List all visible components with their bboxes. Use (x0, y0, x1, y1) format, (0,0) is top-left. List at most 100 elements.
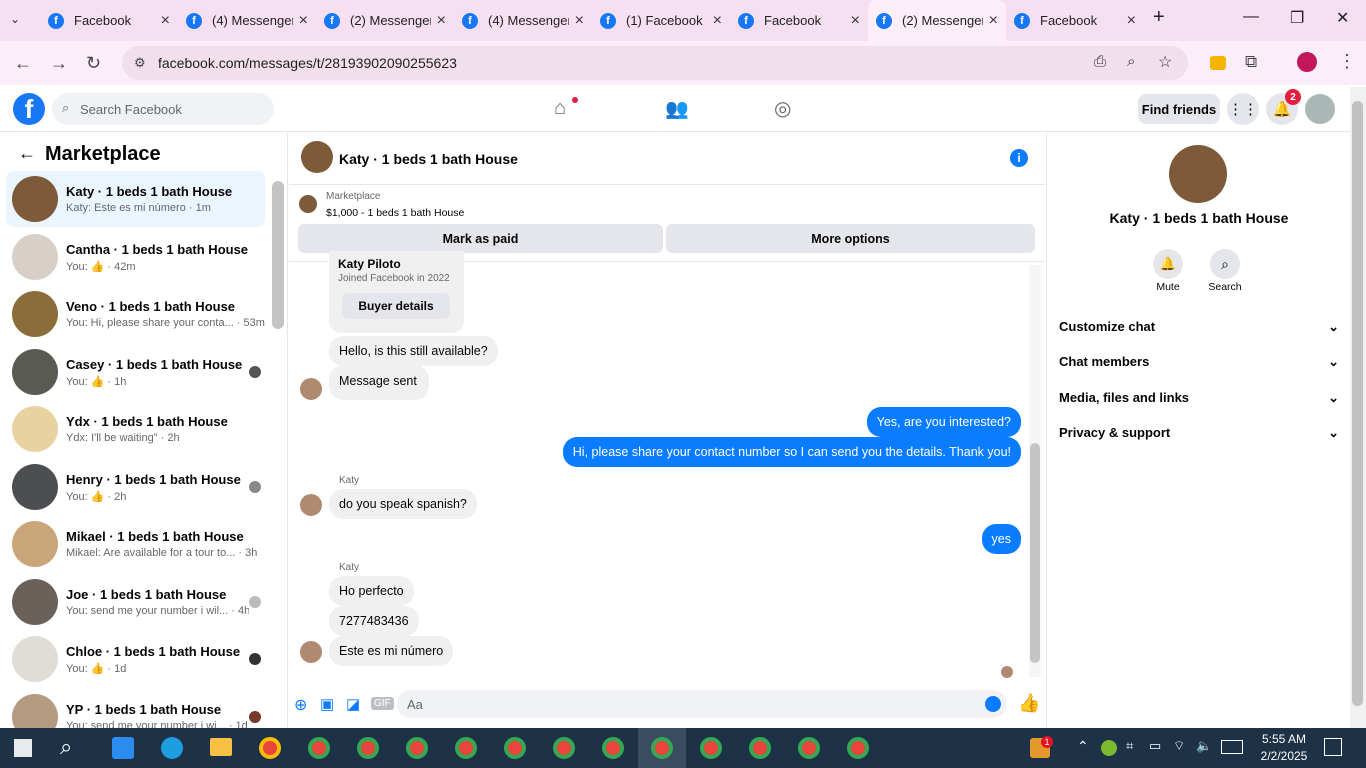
conversation-item[interactable]: YP · 1 beds 1 bath House You: send me you… (6, 689, 265, 728)
accordion-media-files[interactable]: Media, files and links ⌄ (1059, 390, 1339, 406)
store-icon[interactable] (112, 737, 134, 759)
conversation-item[interactable]: Joe · 1 beds 1 bath House You: send me yo… (6, 574, 265, 630)
browser-tab[interactable]: f (4) Messenger × (178, 0, 316, 41)
find-friends-button[interactable]: Find friends (1138, 94, 1220, 124)
file-explorer-icon[interactable] (210, 738, 232, 756)
message-bubble[interactable]: Ho perfecto (329, 576, 414, 606)
chrome-profile-icon[interactable] (357, 737, 379, 759)
accordion-privacy-support[interactable]: Privacy & support ⌄ (1059, 425, 1339, 441)
chrome-profile-icon[interactable] (749, 737, 771, 759)
menu-dots-icon[interactable]: ⋮ (1338, 51, 1356, 72)
taskbar-search-icon[interactable]: ⌕ (60, 734, 72, 760)
conversation-item[interactable]: Chloe · 1 beds 1 bath House You: 👍 · 1d (6, 631, 265, 687)
profile-icon[interactable] (1297, 52, 1317, 72)
info-icon[interactable]: i (1010, 149, 1028, 167)
tab-search-button[interactable]: ⌄ (10, 12, 20, 26)
chrome-profile-icon[interactable] (308, 737, 330, 759)
message-bubble[interactable]: Hello, is this still available? (329, 336, 498, 366)
install-app-icon[interactable]: ⎙ (1094, 53, 1106, 70)
groups-icon[interactable]: ◎ (774, 96, 791, 121)
search-input[interactable]: ⌕ Search Facebook (52, 93, 274, 125)
site-info-icon[interactable]: ⚙ (134, 55, 146, 71)
chat-scrollbar-thumb[interactable] (1030, 443, 1040, 663)
page-scrollbar[interactable] (1350, 87, 1366, 728)
chrome-icon[interactable] (259, 737, 281, 759)
close-tab-icon[interactable]: × (713, 12, 722, 30)
volume-icon[interactable]: 🔈 (1196, 738, 1212, 754)
message-bubble-sent[interactable]: Hi, please share your contact number so … (562, 437, 1021, 467)
close-tab-icon[interactable]: × (1127, 12, 1136, 30)
accordion-chat-members[interactable]: Chat members ⌄ (1059, 354, 1339, 370)
minimize-icon[interactable]: — (1243, 8, 1259, 26)
listing-price[interactable]: $1,000 - 1 beds 1 bath House (326, 207, 464, 219)
zoom-icon[interactable]: ⌕ (1127, 53, 1135, 70)
gif-icon[interactable]: GIF (371, 697, 394, 710)
emoji-icon[interactable] (985, 696, 1001, 712)
reload-icon[interactable]: ↻ (86, 53, 101, 74)
chrome-profile-icon[interactable] (847, 737, 869, 759)
windows-start-icon[interactable] (14, 739, 32, 757)
sticker-icon[interactable]: ◪ (346, 695, 360, 713)
facebook-logo-icon[interactable]: f (13, 93, 45, 125)
page-scrollbar-thumb[interactable] (1352, 101, 1363, 706)
buyer-details-button[interactable]: Buyer details (342, 293, 450, 319)
message-bubble[interactable]: do you speak spanish? (329, 489, 477, 519)
close-tab-icon[interactable]: × (161, 12, 170, 30)
sidebar-scrollbar[interactable] (272, 181, 284, 329)
wifi-icon[interactable]: ⌔ (1173, 738, 1185, 754)
clock-date[interactable]: 2/2/2025 (1254, 749, 1314, 763)
chrome-profile-icon[interactable] (651, 737, 673, 759)
home-icon[interactable]: ⌂ (554, 97, 566, 120)
close-window-icon[interactable]: ✕ (1336, 8, 1349, 28)
tray-network-icon[interactable]: ▭ (1149, 738, 1161, 754)
browser-tab[interactable]: f (4) Messenger × (454, 0, 592, 41)
browser-tab-active[interactable]: f (2) Messenger × (868, 0, 1006, 41)
conversation-item[interactable]: Ydx · 1 beds 1 bath House Ydx: I'll be wa… (6, 401, 265, 457)
chrome-profile-icon[interactable] (798, 737, 820, 759)
mark-as-paid-button[interactable]: Mark as paid (298, 224, 663, 253)
action-center-icon[interactable] (1324, 738, 1342, 756)
close-tab-icon[interactable]: × (575, 12, 584, 30)
conversation-item[interactable]: Mikael · 1 beds 1 bath House Mikael: Are … (6, 516, 265, 572)
chrome-profile-icon[interactable] (504, 737, 526, 759)
close-tab-icon[interactable]: × (299, 12, 308, 30)
mute-bell-icon[interactable]: 🔔 (1153, 249, 1183, 279)
account-avatar[interactable] (1305, 94, 1335, 124)
menu-grid-icon[interactable]: ⋮⋮ (1227, 93, 1259, 125)
add-icon[interactable]: ⊕ (294, 695, 307, 715)
bookmark-star-icon[interactable]: ☆ (1158, 52, 1172, 72)
message-input[interactable]: Aa (397, 690, 1007, 718)
conversation-item[interactable]: Cantha · 1 beds 1 bath House You: 👍 · 42m (6, 229, 265, 285)
close-tab-icon[interactable]: × (989, 12, 998, 30)
message-bubble[interactable]: Message sent (329, 365, 429, 400)
friends-icon[interactable]: 👥 (665, 97, 689, 121)
accordion-customize-chat[interactable]: Customize chat ⌄ (1059, 319, 1339, 335)
message-bubble[interactable]: Este es mi número (329, 636, 454, 666)
new-tab-button[interactable]: + (1153, 6, 1165, 29)
message-bubble[interactable]: 7277483436 (329, 606, 419, 636)
message-bubble-sent[interactable]: Yes, are you interested? (866, 407, 1021, 437)
tray-app-icon[interactable] (1101, 740, 1117, 756)
conversation-item[interactable]: Henry · 1 beds 1 bath House You: 👍 · 2h (6, 459, 265, 515)
restore-icon[interactable]: ❐ (1290, 8, 1304, 28)
chrome-profile-icon[interactable] (602, 737, 624, 759)
chrome-profile-icon[interactable] (455, 737, 477, 759)
browser-tab[interactable]: f Facebook × (730, 0, 868, 41)
close-tab-icon[interactable]: × (437, 12, 446, 30)
back-icon[interactable]: ← (14, 53, 32, 74)
chrome-profile-icon[interactable] (553, 737, 575, 759)
extensions-puzzle-icon[interactable]: ⧉ (1245, 52, 1257, 72)
edge-icon[interactable] (161, 737, 183, 759)
address-bar[interactable]: ⚙ facebook.com/messages/t/28193902090255… (122, 46, 1188, 80)
browser-tab[interactable]: f Facebook × (1006, 0, 1144, 41)
like-icon[interactable]: 👍 (1018, 693, 1040, 714)
extension-icon[interactable] (1210, 56, 1226, 70)
back-arrow-icon[interactable]: ← (18, 143, 36, 164)
conversation-item[interactable]: Veno · 1 beds 1 bath House You: Hi, pleas… (6, 286, 265, 342)
chat-scrollbar-track[interactable] (1029, 265, 1041, 677)
close-tab-icon[interactable]: × (851, 12, 860, 30)
tray-device-icon[interactable]: ⌗ (1126, 738, 1133, 754)
browser-tab[interactable]: f Facebook × (40, 0, 178, 41)
search-icon[interactable]: ⌕ (1210, 249, 1240, 279)
browser-tab[interactable]: f (2) Messenger × (316, 0, 454, 41)
